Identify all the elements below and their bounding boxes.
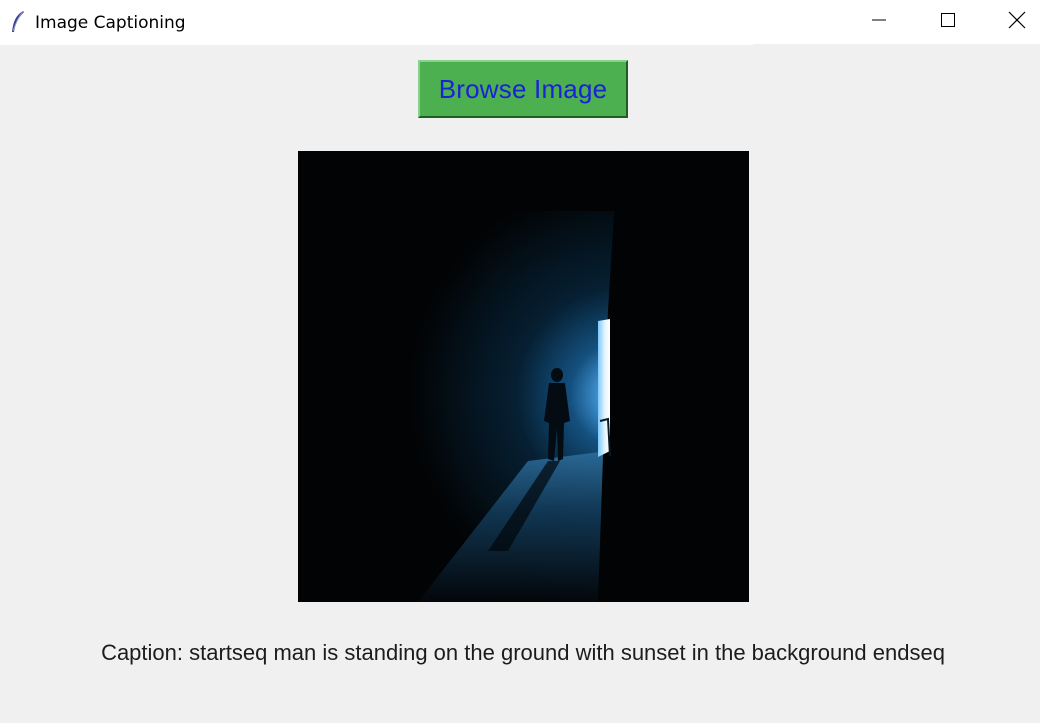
feather-icon: [10, 10, 26, 34]
caption-label: Caption: startseq man is standing on the…: [101, 640, 945, 665]
minimize-icon: [871, 12, 887, 33]
title-bar[interactable]: Image Captioning: [0, 0, 1040, 45]
window-title: Image Captioning: [35, 13, 186, 33]
browse-image-label: Browse Image: [438, 73, 608, 104]
close-icon: [1008, 11, 1026, 34]
maximize-icon: [940, 12, 956, 33]
corridor-photo: [298, 151, 749, 602]
minimize-button[interactable]: [856, 0, 902, 45]
maximize-button[interactable]: [925, 0, 971, 45]
caption-text: Caption: startseq man is standing on the…: [0, 640, 1040, 666]
close-button[interactable]: [994, 0, 1040, 45]
titlebar-edge: [753, 44, 1040, 46]
app-window: Image Captioning Browse Image Caption: s…: [0, 0, 1040, 723]
preview-image: [298, 151, 749, 602]
browse-image-button[interactable]: Browse Image: [418, 60, 628, 118]
